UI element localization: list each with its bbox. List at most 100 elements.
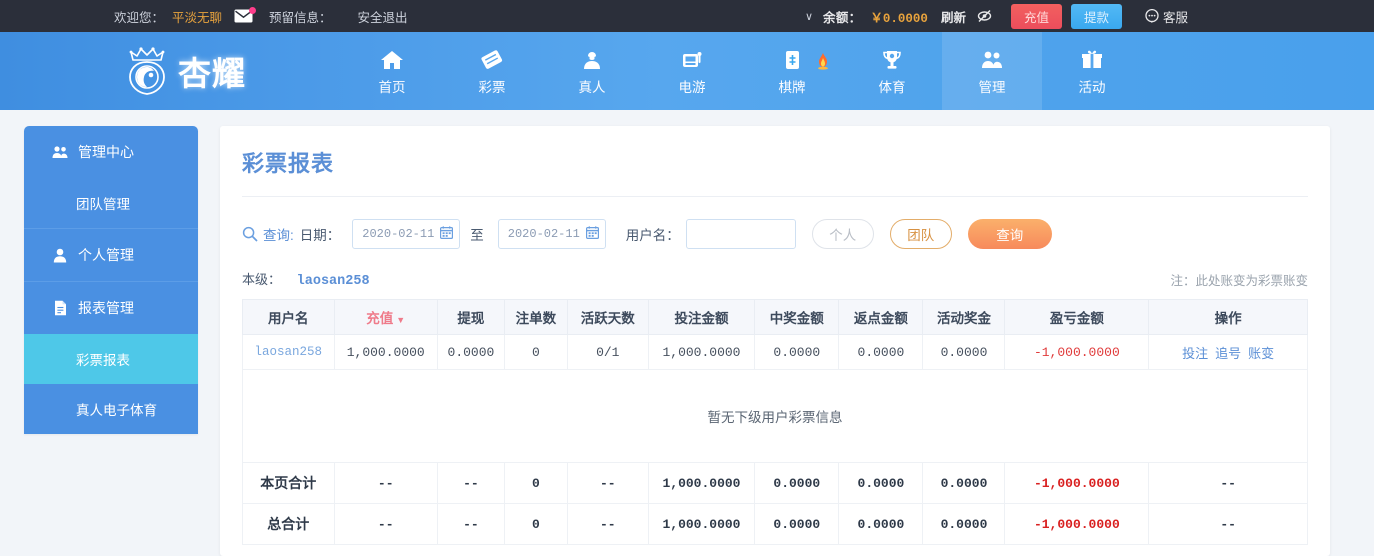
nav-item-sports[interactable]: 体育	[842, 32, 942, 110]
user-icon	[52, 248, 68, 263]
users-icon	[980, 47, 1004, 71]
nav-label: 棋牌	[778, 79, 806, 95]
username-label: 用户名：	[625, 228, 680, 243]
current-level: 本级： laosan258	[242, 269, 370, 289]
sidebar-item-personal-management[interactable]: 个人管理	[24, 229, 198, 281]
date-to-value: 2020-02-11	[507, 227, 580, 241]
summary-active-days: --	[566, 462, 649, 504]
table-summary-page-row: 本页合计 -- -- 0 -- 1,000.0000 0.0000 0.0000…	[242, 462, 1308, 504]
col-recharge[interactable]: 充值 ▼	[333, 299, 438, 335]
sidebar-item-lottery-report[interactable]: 彩票报表	[24, 334, 198, 384]
welcome-label: 欢迎您：	[114, 10, 165, 25]
mail-icon[interactable]	[234, 7, 257, 23]
sidebar: 管理中心 团队管理 个人管理 报表管理 彩票报表 真人电子体育	[24, 126, 198, 434]
lottery-report-table: 用户名 充值 ▼ 提现 注单数 活跃天数 投注金额 中奖金额 返点金额 活动奖金 …	[242, 299, 1308, 545]
calendar-icon[interactable]	[440, 226, 454, 242]
eye-slash-icon[interactable]	[977, 9, 992, 23]
query-button[interactable]: 查询	[967, 219, 1052, 249]
cell-withdraw: 0.0000	[436, 334, 505, 370]
col-active-days[interactable]: 活跃天数	[566, 299, 649, 335]
nav-item-management[interactable]: 管理	[942, 32, 1042, 110]
date-to-input[interactable]: 2020-02-11	[497, 219, 606, 249]
mail-unread-dot	[249, 7, 257, 14]
cell-username[interactable]: laosan258	[242, 334, 335, 370]
refresh-button[interactable]: 刷新	[941, 7, 966, 26]
deposit-button[interactable]: 充值	[1010, 3, 1062, 29]
cell-bet-count: 0	[503, 334, 568, 370]
team-filter-button[interactable]: 团队	[889, 219, 952, 249]
calendar-icon[interactable]	[585, 226, 599, 242]
slot-machine-icon	[680, 47, 704, 71]
withdraw-button[interactable]: 提款	[1070, 3, 1122, 29]
trophy-icon	[880, 47, 904, 71]
customer-service-button[interactable]: 客服	[1145, 7, 1188, 26]
nav-label: 首页	[378, 79, 406, 95]
page-body: 管理中心 团队管理 个人管理 报表管理 彩票报表 真人电子体育 彩票报表 查询:…	[0, 110, 1374, 556]
col-bet-amount[interactable]: 投注金额	[647, 299, 756, 335]
nav-label: 彩票	[478, 79, 506, 95]
personal-filter-button[interactable]: 个人	[811, 219, 874, 249]
home-icon	[380, 47, 404, 71]
logout-link[interactable]: 安全退出	[358, 7, 408, 26]
customer-service-label: 客服	[1162, 10, 1188, 25]
nav-items: 首页 彩票 真人 电游 棋牌 体育 管理 活动	[342, 32, 1142, 110]
nav-item-egames[interactable]: 电游	[642, 32, 742, 110]
sidebar-item-label: 彩票报表	[76, 353, 130, 368]
summary-bet-count: 0	[503, 462, 568, 504]
sidebar-item-label: 个人管理	[78, 247, 134, 263]
summary-win-amount: 0.0000	[754, 462, 840, 504]
action-transactions-link[interactable]: 账变	[1248, 343, 1274, 362]
current-username: 平淡无聊	[172, 10, 223, 25]
date-from-input[interactable]: 2020-02-11	[352, 219, 461, 249]
cell-bet-amount: 1,000.0000	[647, 334, 756, 370]
summary-bonus: 0.0000	[922, 503, 1006, 545]
summary-bet-count: 0	[503, 503, 568, 545]
table-body: laosan258 1,000.0000 0.0000 0 0/1 1,000.…	[242, 334, 1308, 545]
nav-item-live[interactable]: 真人	[542, 32, 642, 110]
crown-shield-glyph	[129, 47, 165, 95]
table-header: 用户名 充值 ▼ 提现 注单数 活跃天数 投注金额 中奖金额 返点金额 活动奖金 …	[242, 299, 1308, 335]
col-username[interactable]: 用户名	[242, 299, 335, 335]
cell-win-amount: 0.0000	[754, 334, 840, 370]
reserved-info-label: 预留信息：	[269, 10, 332, 25]
nav-item-lottery[interactable]: 彩票	[442, 32, 542, 110]
sidebar-item-team-management[interactable]: 团队管理	[24, 178, 198, 228]
action-bet-link[interactable]: 投注	[1182, 343, 1208, 362]
summary-profit: -1,000.0000	[1004, 462, 1150, 504]
nav-item-promotions[interactable]: 活动	[1042, 32, 1142, 110]
hot-flame-icon	[815, 52, 831, 70]
mahjong-tile-icon	[780, 47, 804, 71]
summary-bet-amount: 1,000.0000	[647, 462, 756, 504]
top-bar: 欢迎您： 平淡无聊 预留信息： 安全退出 ∨ 余额： ￥0.0000 刷新 充值…	[0, 0, 1374, 32]
sidebar-item-live-egames-sports[interactable]: 真人电子体育	[24, 384, 198, 434]
col-win-amount[interactable]: 中奖金额	[754, 299, 840, 335]
query-label: 查询:	[263, 228, 294, 243]
col-bonus[interactable]: 活动奖金	[922, 299, 1006, 335]
col-withdraw[interactable]: 提现	[436, 299, 505, 335]
chevron-down-icon[interactable]: ∨	[805, 10, 813, 23]
person-card-icon	[580, 47, 604, 71]
date-separator: 至	[470, 228, 484, 243]
sidebar-group-reports: 报表管理 彩票报表 真人电子体育	[24, 282, 198, 434]
col-recharge-label: 充值	[366, 311, 394, 326]
summary-active-days: --	[566, 503, 649, 545]
col-profit[interactable]: 盈亏金额	[1004, 299, 1150, 335]
level-username[interactable]: laosan258	[297, 274, 370, 289]
content-panel: 彩票报表 查询: 日期： 2020-02-11 至 2020-02-11 用户名…	[220, 126, 1330, 556]
sidebar-item-management-center[interactable]: 管理中心	[24, 126, 198, 178]
col-bet-count[interactable]: 注单数	[503, 299, 568, 335]
summary-bet-amount: 1,000.0000	[647, 503, 756, 545]
username-input[interactable]	[685, 219, 796, 249]
brand-logo[interactable]: 杏耀	[120, 44, 320, 98]
summary-actions: --	[1148, 462, 1308, 504]
level-label: 本级：	[242, 272, 282, 287]
table-row[interactable]: laosan258 1,000.0000 0.0000 0 0/1 1,000.…	[242, 334, 1308, 370]
nav-item-home[interactable]: 首页	[342, 32, 442, 110]
nav-label: 管理	[978, 79, 1006, 95]
summary-withdraw: --	[436, 462, 505, 504]
action-chase-link[interactable]: 追号	[1215, 343, 1241, 362]
date-from-value: 2020-02-11	[362, 227, 435, 241]
col-rebate[interactable]: 返点金额	[838, 299, 924, 335]
sidebar-item-report-management[interactable]: 报表管理	[24, 282, 198, 334]
nav-item-chess[interactable]: 棋牌	[742, 32, 842, 110]
